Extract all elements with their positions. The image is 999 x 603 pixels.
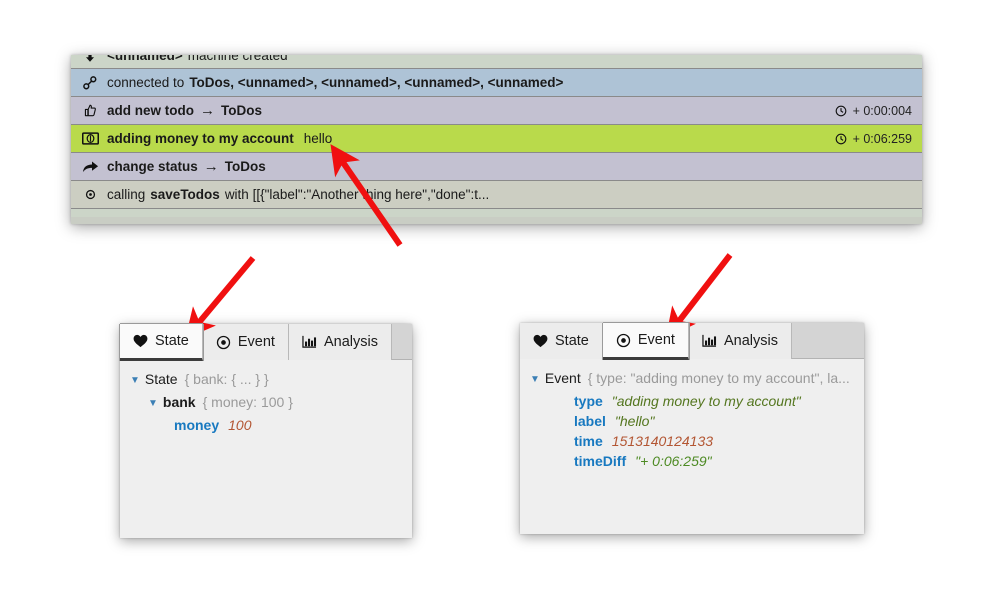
tabbar-spacer [791,323,864,358]
log-row-bold: <unnamed> [107,55,183,63]
tab-label: State [555,333,589,349]
log-row-target: ToDos [224,159,266,174]
log-row-text: calling saveTodos with [[{"label":"Anoth… [107,187,489,202]
event-inspector-panel[interactable]: State Event Analysis ▼ Event {type: "ad… [520,323,864,534]
log-row-normal: machine created [187,55,288,63]
state-panel-tabbar: State Event Analysis [120,324,412,361]
tabbar-spacer [391,324,412,359]
log-row-normal: connected to [107,75,185,90]
tree-row-timediff[interactable]: timeDiff "+ 0:06:259" [530,451,864,471]
arrow-glyph: → [203,158,219,175]
log-row-text: <unnamed> machine created [107,55,288,63]
tree-value: 100 [228,417,252,433]
tree-key: timeDiff [574,453,627,469]
tab-state[interactable]: State [520,323,603,359]
link-icon [79,75,101,91]
tree-row-root[interactable]: ▼ State { bank: { ... } } [130,369,412,392]
state-tree[interactable]: ▼ State { bank: { ... } } ▼ bank { money… [120,360,412,538]
log-row-time: + 0:00:004 [835,97,912,124]
tree-key: State [144,371,178,387]
tab-label: Event [637,332,675,348]
heart-icon [133,334,148,348]
pin-icon [79,55,101,63]
log-row[interactable]: add new todo → ToDos + 0:00:004 [71,97,922,125]
log-row-selected[interactable]: adding money to my account hello + 0:06:… [71,125,922,153]
tree-row-child[interactable]: ▼ bank { money: 100 } [130,392,412,415]
tree-key: money [174,417,220,433]
log-row-text: change status → ToDos [107,158,266,175]
event-log-panel[interactable]: <unnamed> machine created connected to T… [71,55,922,224]
tab-label: Analysis [723,333,778,349]
event-tree[interactable]: ▼ Event { type: "adding money to my acco… [520,359,864,534]
log-row-normal: with [[{"label":"Another thing here","do… [224,187,490,202]
arrow-to-state-tab [185,256,256,339]
target-icon [216,335,231,350]
log-row-time-text: + 0:06:259 [852,131,912,146]
tree-key: label [574,413,606,429]
bar-chart-icon [702,334,717,348]
tree-value: "+ 0:06:259" [635,453,712,469]
log-row[interactable]: <unnamed> machine created [71,55,922,69]
clock-icon [835,133,847,145]
tree-preview: { type: "adding money to my account", la… [587,370,850,386]
log-row-prefix: calling [107,187,146,202]
tree-key: Event [544,370,581,386]
log-row-target: ToDos [221,103,262,118]
log-row[interactable]: calling saveTodos with [[{"label":"Anoth… [71,181,922,209]
arrow-glyph: → [200,102,215,119]
share-arrow-icon [79,160,101,174]
tree-key: time [574,433,603,449]
clock-icon [835,105,847,117]
log-row-bold: saveTodos [150,187,220,202]
tab-label: Analysis [323,334,378,350]
tree-preview: { money: 100 } [202,394,293,410]
tree-value: "hello" [614,413,655,429]
log-row-text: add new todo → ToDos [107,102,262,119]
log-row-time: + 0:06:259 [835,125,912,152]
tab-label: Event [237,334,275,350]
tree-preview: { bank: { ... } } [184,371,269,387]
bar-chart-icon [302,335,317,349]
tab-state[interactable]: State [120,324,203,361]
caret-down-icon[interactable]: ▼ [148,394,158,414]
caret-down-icon[interactable]: ▼ [130,371,140,391]
log-row-normal: hello [303,131,333,146]
log-row-text: adding money to my account hello [107,131,332,146]
tab-analysis[interactable]: Analysis [688,323,792,359]
tree-row-label[interactable]: label "hello" [530,411,864,431]
log-row-bold: adding money to my account [107,131,294,146]
tree-row-leaf[interactable]: money 100 [130,415,412,435]
log-row-bold: add new todo [107,103,194,118]
target-icon [616,333,631,348]
tree-key: bank [162,394,196,410]
caret-down-icon[interactable]: ▼ [530,370,540,390]
log-row-connected-list: ToDos, <unnamed>, <unnamed>, <unnamed>, … [189,75,564,90]
tree-key: type [574,393,603,409]
banknote-icon [79,132,101,145]
event-panel-tabbar: State Event Analysis [520,323,864,360]
tree-value: "adding money to my account" [611,393,801,409]
log-row-partial[interactable] [71,209,922,217]
tree-row-type[interactable]: type "adding money to my account" [530,391,864,411]
log-row-time-text: + 0:00:004 [852,103,912,118]
log-row[interactable]: connected to ToDos, <unnamed>, <unnamed>… [71,69,922,97]
arrow-to-event-tab [665,253,733,339]
log-row-bold: change status [107,159,198,174]
thumbs-up-icon [79,103,101,118]
tab-event[interactable]: Event [202,324,289,360]
tree-row-time[interactable]: time 1513140124133 [530,431,864,451]
tab-event[interactable]: Event [602,323,689,360]
log-row[interactable]: change status → ToDos [71,153,922,181]
heart-icon [533,334,548,348]
tree-value: 1513140124133 [611,433,714,449]
tree-row-root[interactable]: ▼ Event { type: "adding money to my acco… [530,368,864,391]
log-row-text: connected to ToDos, <unnamed>, <unnamed>… [107,75,563,90]
dot-circle-icon [79,189,101,200]
tab-analysis[interactable]: Analysis [288,324,392,360]
state-inspector-panel[interactable]: State Event Analysis ▼ State {bank: {.… [120,324,412,538]
tab-label: State [155,333,189,349]
